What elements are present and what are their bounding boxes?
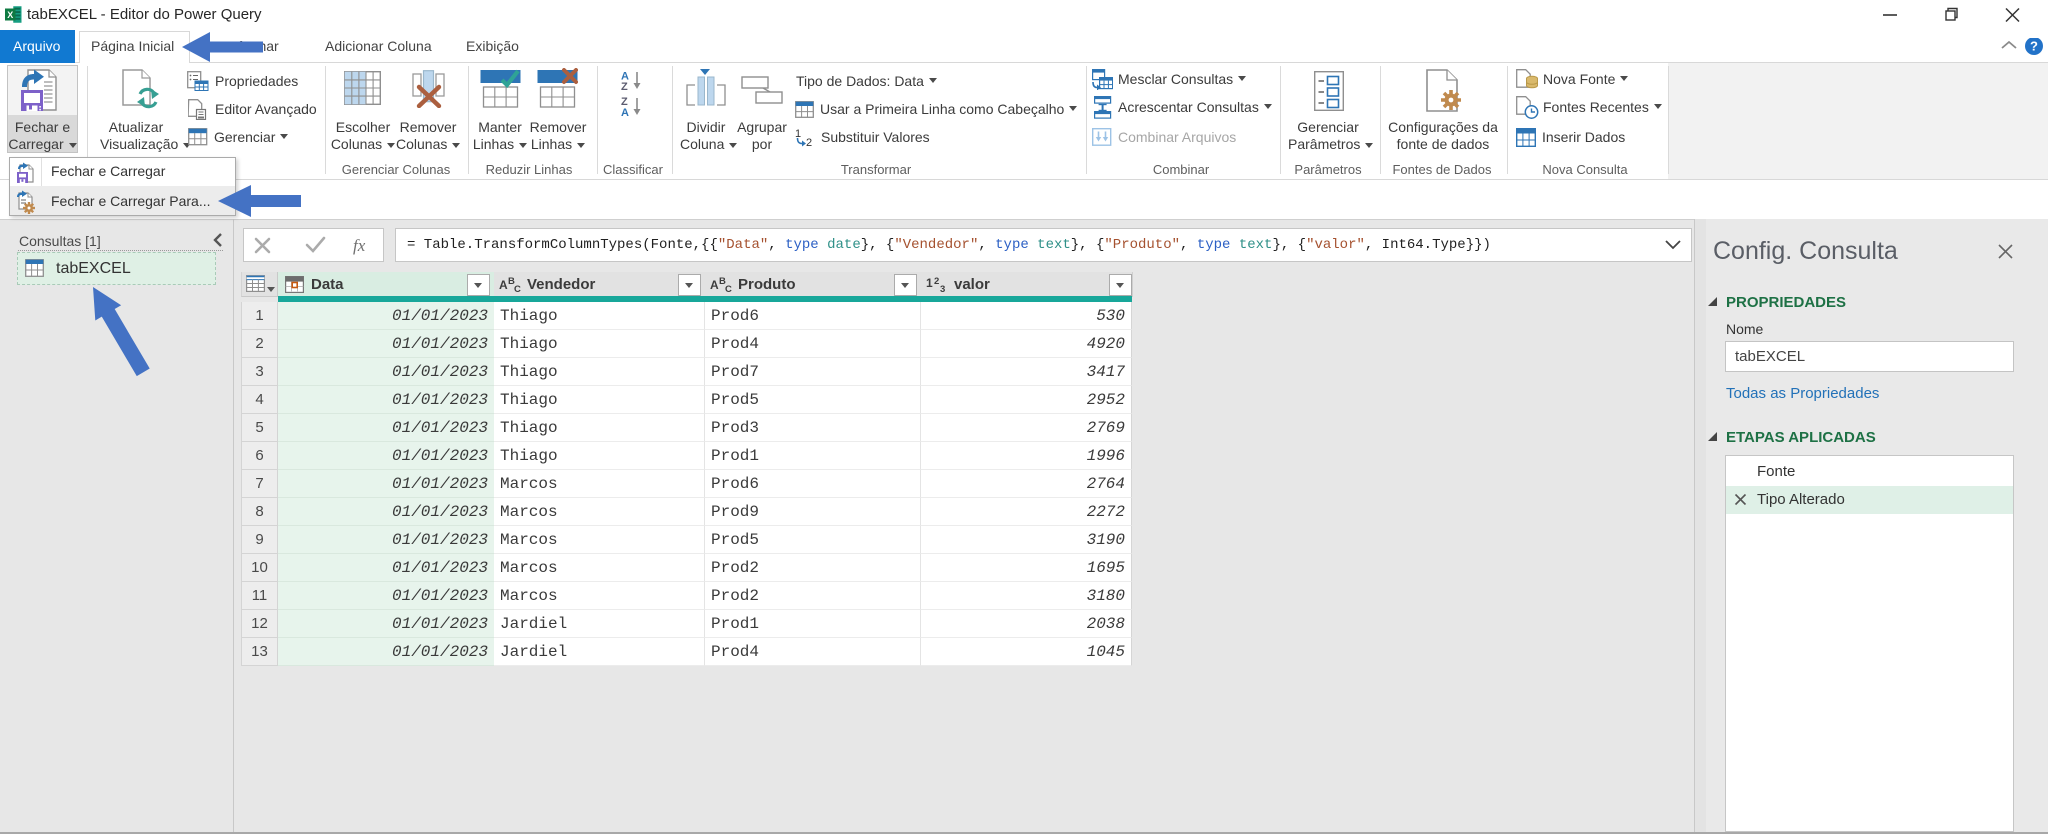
svg-text:X: X — [7, 10, 13, 20]
svg-text:A: A — [621, 107, 629, 117]
svg-text:1: 1 — [926, 276, 933, 290]
svg-text:A: A — [710, 278, 719, 292]
svg-text:2: 2 — [806, 137, 812, 147]
svg-text:2: 2 — [934, 276, 939, 287]
svg-text:3: 3 — [940, 284, 945, 294]
svg-text:fx: fx — [353, 236, 366, 255]
svg-text:A: A — [499, 278, 508, 292]
svg-text:C: C — [725, 284, 732, 294]
svg-text:?: ? — [2030, 39, 2038, 54]
svg-text:Z: Z — [621, 81, 628, 90]
svg-text:C: C — [514, 284, 521, 294]
